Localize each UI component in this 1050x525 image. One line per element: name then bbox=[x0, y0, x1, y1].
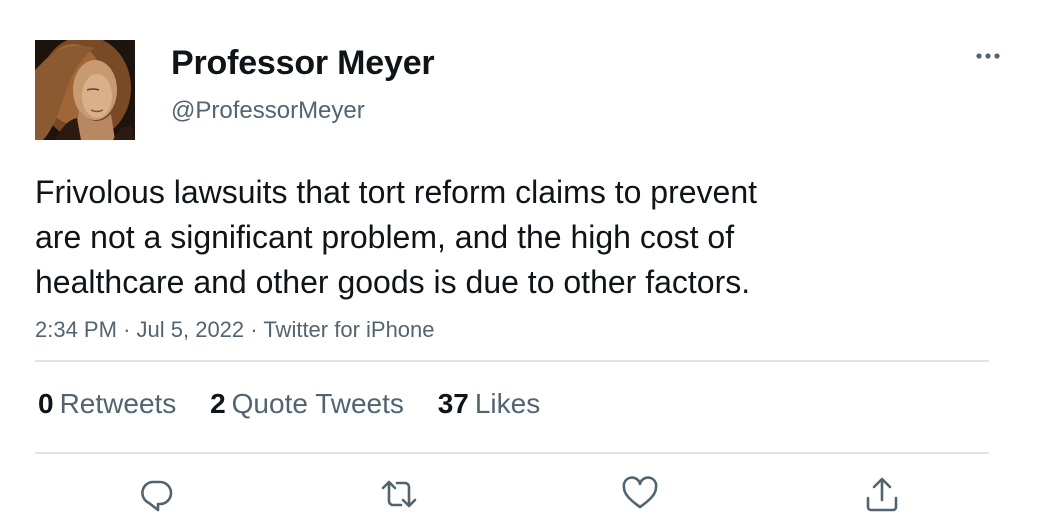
more-options-button[interactable] bbox=[968, 42, 1008, 70]
avatar-photo bbox=[35, 40, 135, 140]
handle[interactable]: @ProfessorMeyer bbox=[171, 95, 365, 127]
tweet-metadata: 2:34 PM · Jul 5, 2022 · Twitter for iPho… bbox=[35, 315, 435, 345]
retweets-label: Retweets bbox=[59, 388, 177, 419]
quote-tweets-stat[interactable]: 2 Quote Tweets bbox=[210, 386, 404, 422]
likes-stat[interactable]: 37 Likes bbox=[438, 386, 541, 422]
retweets-count: 0 bbox=[38, 388, 54, 419]
tweet-text-line: healthcare and other goods is due to oth… bbox=[35, 264, 751, 300]
action-bar bbox=[0, 474, 1050, 514]
reply-icon bbox=[141, 480, 173, 512]
tweet-text: Frivolous lawsuits that tort reform clai… bbox=[35, 170, 875, 305]
likes-count: 37 bbox=[437, 388, 469, 419]
divider bbox=[35, 452, 989, 454]
tweet-card: Professor Meyer @ProfessorMeyer Frivolou… bbox=[0, 0, 1050, 525]
like-button[interactable] bbox=[620, 474, 660, 514]
reply-button[interactable] bbox=[136, 474, 176, 514]
share-button[interactable] bbox=[862, 474, 902, 514]
retweet-icon bbox=[381, 480, 417, 508]
tweet-time[interactable]: 2:34 PM bbox=[35, 317, 117, 342]
meta-separator: · bbox=[123, 317, 131, 342]
heart-icon bbox=[622, 476, 658, 509]
meta-separator: · bbox=[250, 317, 258, 342]
tweet-date[interactable]: Jul 5, 2022 bbox=[137, 317, 245, 342]
likes-label: Likes bbox=[474, 388, 541, 419]
tweet-text-line: are not a significant problem, and the h… bbox=[35, 219, 735, 255]
quote-tweets-label: Quote Tweets bbox=[231, 388, 404, 419]
more-horizontal-icon bbox=[976, 53, 1000, 59]
tweet-text-line: Frivolous lawsuits that tort reform clai… bbox=[35, 174, 758, 210]
divider bbox=[35, 360, 989, 362]
avatar[interactable] bbox=[35, 40, 135, 140]
quote-tweets-count: 2 bbox=[210, 388, 226, 419]
tweet-source[interactable]: Twitter for iPhone bbox=[263, 317, 434, 342]
display-name[interactable]: Professor Meyer bbox=[171, 42, 435, 84]
retweets-stat[interactable]: 0 Retweets bbox=[38, 386, 176, 422]
share-icon bbox=[866, 477, 898, 512]
engagement-stats: 0 Retweets 2 Quote Tweets 37 Likes bbox=[38, 386, 566, 422]
retweet-button[interactable] bbox=[379, 474, 419, 514]
